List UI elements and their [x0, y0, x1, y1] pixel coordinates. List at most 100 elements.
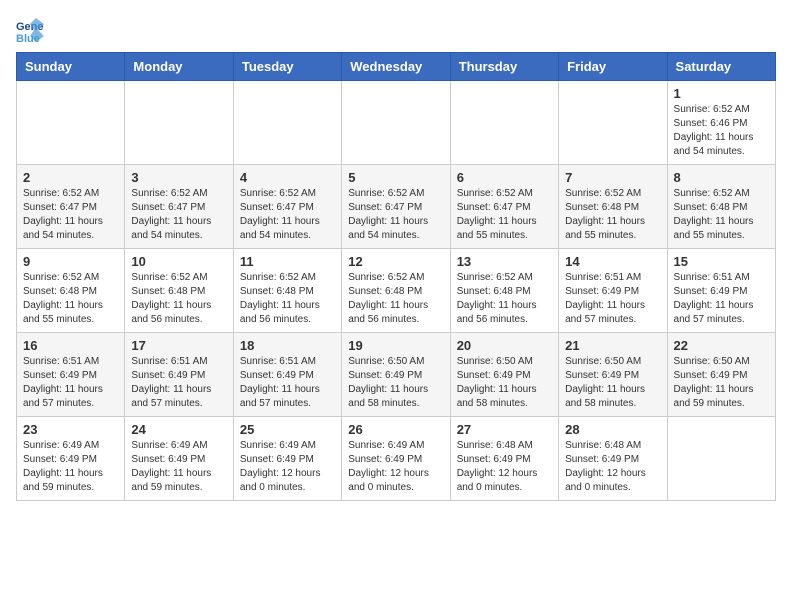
- day-number: 17: [131, 338, 226, 353]
- day-number: 1: [674, 86, 769, 101]
- day-info: Sunrise: 6:52 AM Sunset: 6:47 PM Dayligh…: [240, 187, 335, 243]
- calendar-cell: [233, 81, 341, 165]
- calendar-cell: 24 Sunrise: 6:49 AM Sunset: 6:49 PM Dayli…: [125, 417, 233, 501]
- day-info: Sunrise: 6:50 AM Sunset: 6:49 PM Dayligh…: [457, 355, 552, 411]
- day-number: 7: [565, 170, 660, 185]
- calendar-cell: 14 Sunrise: 6:51 AM Sunset: 6:49 PM Dayli…: [559, 249, 667, 333]
- day-number: 23: [23, 422, 118, 437]
- day-number: 9: [23, 254, 118, 269]
- day-number: 28: [565, 422, 660, 437]
- day-number: 19: [348, 338, 443, 353]
- day-info: Sunrise: 6:50 AM Sunset: 6:49 PM Dayligh…: [674, 355, 769, 411]
- day-info: Sunrise: 6:52 AM Sunset: 6:47 PM Dayligh…: [23, 187, 118, 243]
- calendar-cell: [342, 81, 450, 165]
- calendar-cell: 16 Sunrise: 6:51 AM Sunset: 6:49 PM Dayli…: [17, 333, 125, 417]
- day-info: Sunrise: 6:48 AM Sunset: 6:49 PM Dayligh…: [565, 439, 660, 495]
- calendar-cell: 6Sunrise: 6:52 AM Sunset: 6:47 PM Daylig…: [450, 165, 558, 249]
- page-header: General Blue: [16, 16, 776, 44]
- day-info: Sunrise: 6:49 AM Sunset: 6:49 PM Dayligh…: [348, 439, 443, 495]
- week-row-5: 23 Sunrise: 6:49 AM Sunset: 6:49 PM Dayli…: [17, 417, 776, 501]
- day-info: Sunrise: 6:52 AM Sunset: 6:48 PM Dayligh…: [674, 187, 769, 243]
- day-info: Sunrise: 6:51 AM Sunset: 6:49 PM Dayligh…: [240, 355, 335, 411]
- day-number: 16: [23, 338, 118, 353]
- day-info: Sunrise: 6:52 AM Sunset: 6:48 PM Dayligh…: [457, 271, 552, 327]
- day-info: Sunrise: 6:48 AM Sunset: 6:49 PM Dayligh…: [457, 439, 552, 495]
- day-number: 14: [565, 254, 660, 269]
- day-number: 13: [457, 254, 552, 269]
- calendar-cell: 23 Sunrise: 6:49 AM Sunset: 6:49 PM Dayli…: [17, 417, 125, 501]
- weekday-header-tuesday: Tuesday: [233, 53, 341, 81]
- calendar-cell: [17, 81, 125, 165]
- calendar-cell: 9 Sunrise: 6:52 AM Sunset: 6:48 PM Daylig…: [17, 249, 125, 333]
- day-info: Sunrise: 6:51 AM Sunset: 6:49 PM Dayligh…: [23, 355, 118, 411]
- day-info: Sunrise: 6:51 AM Sunset: 6:49 PM Dayligh…: [674, 271, 769, 327]
- day-info: Sunrise: 6:49 AM Sunset: 6:49 PM Dayligh…: [131, 439, 226, 495]
- day-number: 25: [240, 422, 335, 437]
- day-info: Sunrise: 6:52 AM Sunset: 6:48 PM Dayligh…: [348, 271, 443, 327]
- day-info: Sunrise: 6:49 AM Sunset: 6:49 PM Dayligh…: [23, 439, 118, 495]
- day-number: 20: [457, 338, 552, 353]
- week-row-1: 1 Sunrise: 6:52 AM Sunset: 6:46 PM Daylig…: [17, 81, 776, 165]
- calendar-cell: 25 Sunrise: 6:49 AM Sunset: 6:49 PM Dayli…: [233, 417, 341, 501]
- calendar-cell: 8 Sunrise: 6:52 AM Sunset: 6:48 PM Daylig…: [667, 165, 775, 249]
- calendar-cell: 10 Sunrise: 6:52 AM Sunset: 6:48 PM Dayli…: [125, 249, 233, 333]
- calendar-cell: 28 Sunrise: 6:48 AM Sunset: 6:49 PM Dayli…: [559, 417, 667, 501]
- weekday-header-thursday: Thursday: [450, 53, 558, 81]
- day-info: Sunrise: 6:52 AM Sunset: 6:47 PM Dayligh…: [131, 187, 226, 243]
- day-number: 22: [674, 338, 769, 353]
- calendar-table: SundayMondayTuesdayWednesdayThursdayFrid…: [16, 52, 776, 501]
- logo-icon: General Blue: [16, 16, 44, 44]
- calendar-cell: 4Sunrise: 6:52 AM Sunset: 6:47 PM Daylig…: [233, 165, 341, 249]
- day-number: 18: [240, 338, 335, 353]
- calendar-cell: 12Sunrise: 6:52 AM Sunset: 6:48 PM Dayli…: [342, 249, 450, 333]
- day-number: 10: [131, 254, 226, 269]
- weekday-header-monday: Monday: [125, 53, 233, 81]
- day-info: Sunrise: 6:52 AM Sunset: 6:48 PM Dayligh…: [240, 271, 335, 327]
- day-info: Sunrise: 6:50 AM Sunset: 6:49 PM Dayligh…: [348, 355, 443, 411]
- calendar-cell: [559, 81, 667, 165]
- calendar-cell: [125, 81, 233, 165]
- calendar-cell: 1 Sunrise: 6:52 AM Sunset: 6:46 PM Daylig…: [667, 81, 775, 165]
- calendar-cell: 2 Sunrise: 6:52 AM Sunset: 6:47 PM Daylig…: [17, 165, 125, 249]
- day-number: 27: [457, 422, 552, 437]
- calendar-cell: 20 Sunrise: 6:50 AM Sunset: 6:49 PM Dayli…: [450, 333, 558, 417]
- day-info: Sunrise: 6:51 AM Sunset: 6:49 PM Dayligh…: [131, 355, 226, 411]
- calendar-cell: 13 Sunrise: 6:52 AM Sunset: 6:48 PM Dayli…: [450, 249, 558, 333]
- weekday-header-row: SundayMondayTuesdayWednesdayThursdayFrid…: [17, 53, 776, 81]
- calendar-cell: 17 Sunrise: 6:51 AM Sunset: 6:49 PM Dayli…: [125, 333, 233, 417]
- calendar-cell: 22 Sunrise: 6:50 AM Sunset: 6:49 PM Dayli…: [667, 333, 775, 417]
- calendar-cell: 21 Sunrise: 6:50 AM Sunset: 6:49 PM Dayli…: [559, 333, 667, 417]
- calendar-cell: 11 Sunrise: 6:52 AM Sunset: 6:48 PM Dayli…: [233, 249, 341, 333]
- day-number: 15: [674, 254, 769, 269]
- calendar-cell: 15 Sunrise: 6:51 AM Sunset: 6:49 PM Dayli…: [667, 249, 775, 333]
- calendar-cell: [667, 417, 775, 501]
- weekday-header-saturday: Saturday: [667, 53, 775, 81]
- calendar-cell: 5 Sunrise: 6:52 AM Sunset: 6:47 PM Daylig…: [342, 165, 450, 249]
- day-info: Sunrise: 6:52 AM Sunset: 6:48 PM Dayligh…: [565, 187, 660, 243]
- day-info: Sunrise: 6:52 AM Sunset: 6:48 PM Dayligh…: [131, 271, 226, 327]
- calendar-cell: [450, 81, 558, 165]
- week-row-3: 9 Sunrise: 6:52 AM Sunset: 6:48 PM Daylig…: [17, 249, 776, 333]
- calendar-cell: 18 Sunrise: 6:51 AM Sunset: 6:49 PM Dayli…: [233, 333, 341, 417]
- day-info: Sunrise: 6:50 AM Sunset: 6:49 PM Dayligh…: [565, 355, 660, 411]
- day-info: Sunrise: 6:49 AM Sunset: 6:49 PM Dayligh…: [240, 439, 335, 495]
- day-number: 11: [240, 254, 335, 269]
- day-number: 2: [23, 170, 118, 185]
- day-info: Sunrise: 6:52 AM Sunset: 6:48 PM Dayligh…: [23, 271, 118, 327]
- day-info: Sunrise: 6:52 AM Sunset: 6:46 PM Dayligh…: [674, 103, 769, 159]
- day-number: 6: [457, 170, 552, 185]
- calendar-cell: 19 Sunrise: 6:50 AM Sunset: 6:49 PM Dayli…: [342, 333, 450, 417]
- calendar-cell: 7 Sunrise: 6:52 AM Sunset: 6:48 PM Daylig…: [559, 165, 667, 249]
- calendar-cell: 26 Sunrise: 6:49 AM Sunset: 6:49 PM Dayli…: [342, 417, 450, 501]
- calendar-cell: 3 Sunrise: 6:52 AM Sunset: 6:47 PM Daylig…: [125, 165, 233, 249]
- day-number: 8: [674, 170, 769, 185]
- day-number: 26: [348, 422, 443, 437]
- logo: General Blue: [16, 16, 48, 44]
- day-number: 5: [348, 170, 443, 185]
- day-number: 21: [565, 338, 660, 353]
- day-number: 24: [131, 422, 226, 437]
- day-number: 3: [131, 170, 226, 185]
- day-info: Sunrise: 6:52 AM Sunset: 6:47 PM Dayligh…: [348, 187, 443, 243]
- day-info: Sunrise: 6:51 AM Sunset: 6:49 PM Dayligh…: [565, 271, 660, 327]
- calendar-cell: 27 Sunrise: 6:48 AM Sunset: 6:49 PM Dayli…: [450, 417, 558, 501]
